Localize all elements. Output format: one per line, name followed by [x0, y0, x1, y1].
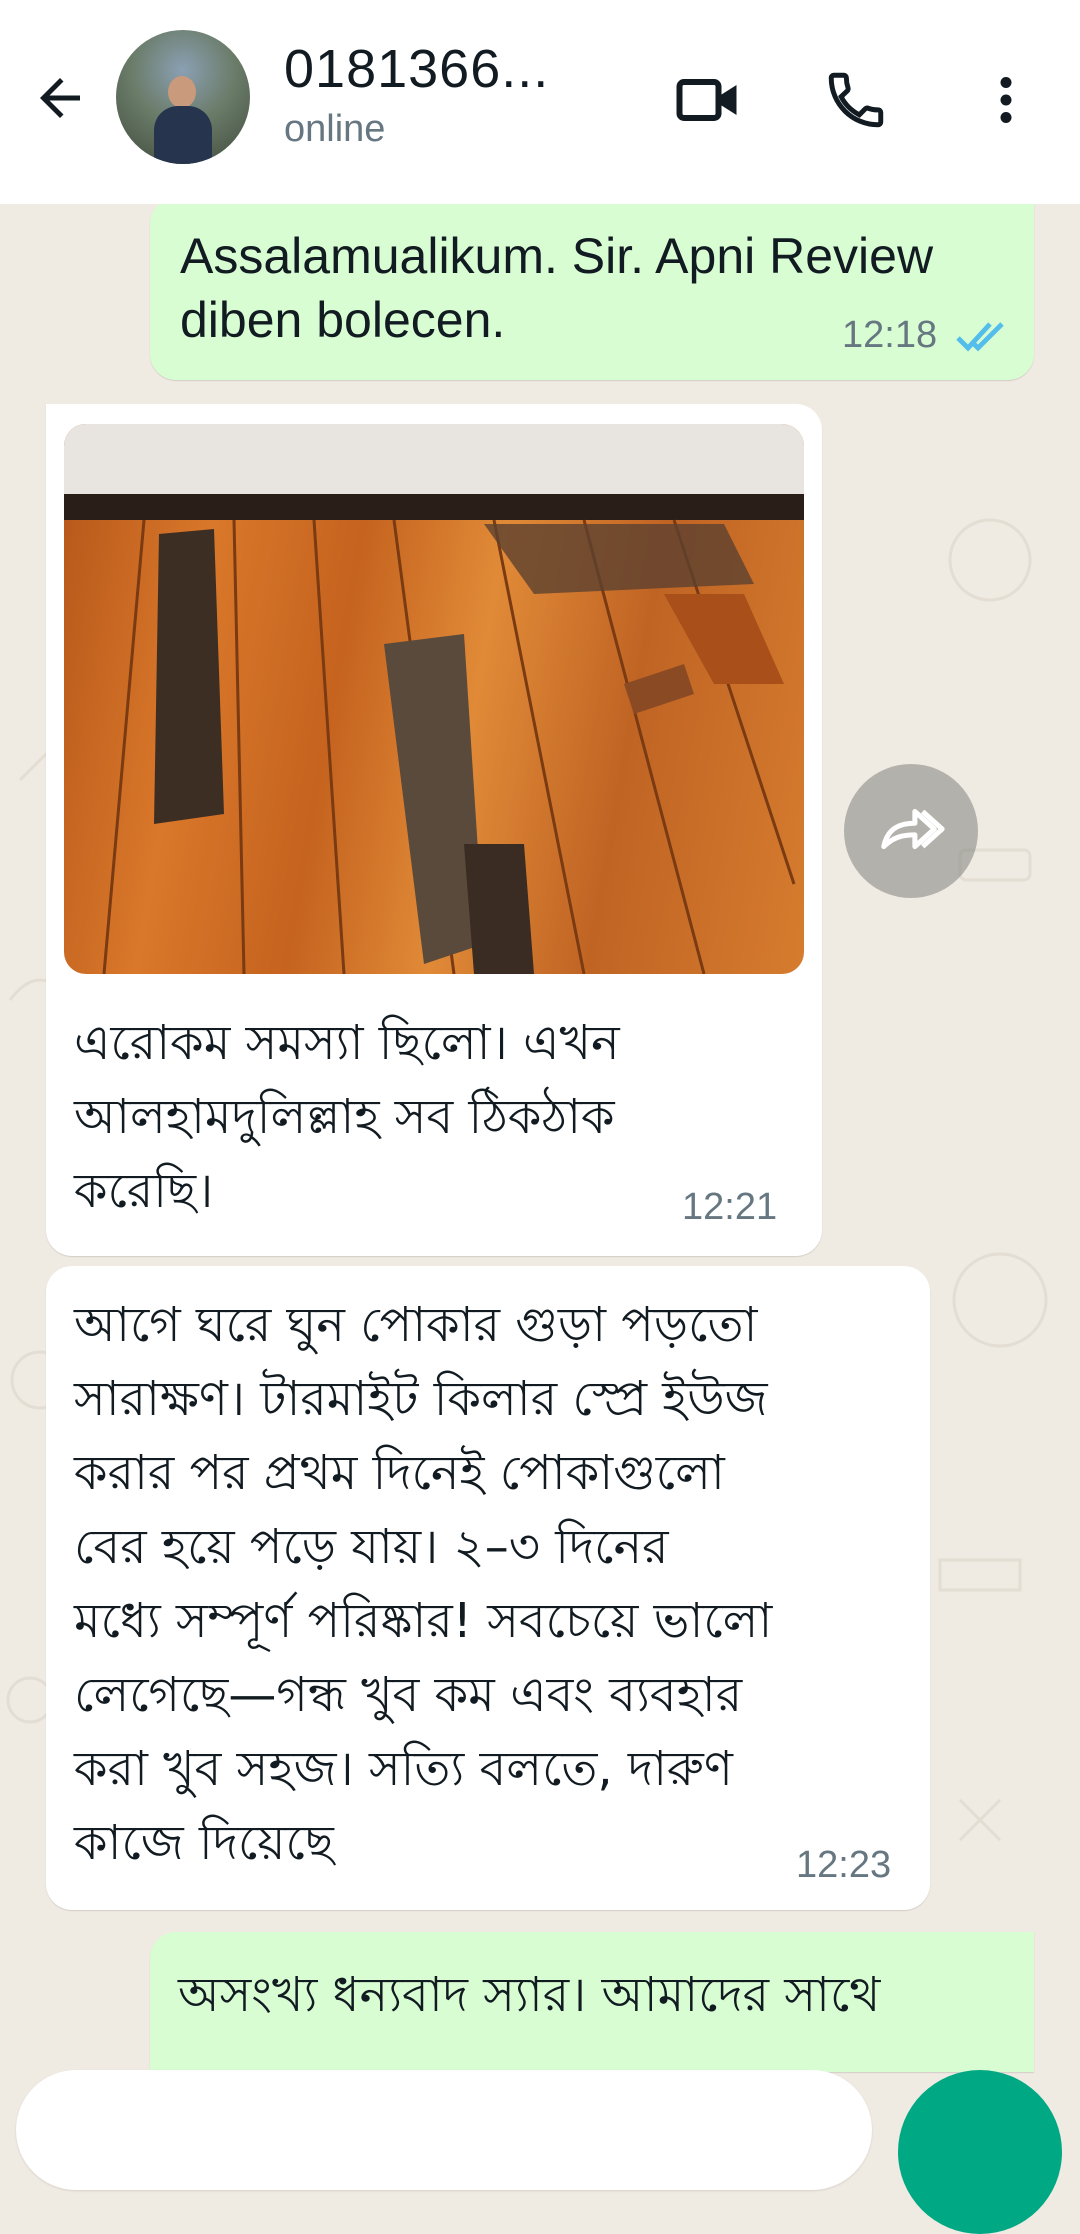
forward-icon [881, 809, 945, 850]
forward-button[interactable] [844, 764, 978, 898]
message-text-line: মধ্যে সম্পূর্ণ পরিষ্কার! সবচেয়ে ভালো [74, 1593, 773, 1649]
message-text-line: সারাক্ষণ। টারমাইট কিলার স্প্রে ইউজ [74, 1371, 768, 1427]
voice-call-button[interactable] [816, 60, 896, 140]
message-text-line: করা খুব সহজ। সত্যি বলতে, দারুণ [74, 1741, 733, 1797]
message-text-line: আগে ঘরে ঘুন পোকার গুড়া পড়তো [74, 1297, 758, 1353]
more-vert-icon [1000, 77, 1012, 123]
caption-line: এরোকম সমস্যা ছিলো। এখন [74, 1015, 620, 1071]
message-outgoing[interactable]: Assalamualikum. Sir. Apni Review diben b… [150, 198, 1034, 380]
message-body: আগে ঘরে ঘুন পোকার গুড়া পড়তো সারাক্ষণ। … [74, 1288, 772, 1880]
message-text-line: diben bolecen. [180, 292, 506, 348]
video-call-button[interactable] [668, 60, 748, 140]
message-photo[interactable] [64, 424, 804, 974]
arrow-left-icon [40, 78, 80, 118]
double-check-icon [956, 322, 1004, 352]
contact-name[interactable]: 0181366... [284, 38, 549, 100]
message-text-line: করার পর প্রথম দিনেই পোকাগুলো [74, 1445, 725, 1501]
message-text-line: বের হয়ে পড়ে যায়। ২–৩ দিনের [74, 1519, 669, 1575]
more-options-button[interactable] [966, 60, 1046, 140]
message-incoming[interactable]: আগে ঘরে ঘুন পোকার গুড়া পড়তো সারাক্ষণ। … [46, 1266, 930, 1910]
message-text-line: লেগেছে—গন্ধ খুব কম এবং ব্যবহার [74, 1667, 743, 1723]
message-time: 12:21 [682, 1186, 778, 1228]
message-input-bar[interactable] [16, 2070, 872, 2190]
message-outgoing[interactable]: অসংখ্য ধন্যবাদ স্যার। আমাদের সাথে [150, 1932, 1034, 2072]
damaged-floor-image [64, 424, 804, 974]
message-text-line: কাজে দিয়েছে [74, 1815, 334, 1871]
message-time: 12:18 [842, 314, 938, 356]
contact-avatar[interactable] [116, 30, 250, 164]
message-time: 12:23 [796, 1844, 892, 1886]
chat-header: 0181366... online [0, 0, 1080, 204]
caption-line: আলহামদুলিল্লাহ সব ঠিকঠাক [74, 1089, 615, 1145]
image-caption: এরোকম সমস্যা ছিলো। এখন আলহামদুলিল্লাহ সব… [74, 1006, 620, 1228]
back-button[interactable] [22, 60, 98, 136]
contact-status: online [284, 108, 386, 150]
caption-line: করেছি। [74, 1163, 214, 1219]
voice-message-button[interactable] [898, 2070, 1062, 2234]
message-text-line: অসংখ্য ধন্যবাদ স্যার। আমাদের সাথে [178, 1967, 881, 2023]
video-call-icon [676, 79, 737, 121]
phone-icon [828, 72, 884, 128]
message-text-line: Assalamualikum. Sir. Apni Review [180, 228, 934, 284]
